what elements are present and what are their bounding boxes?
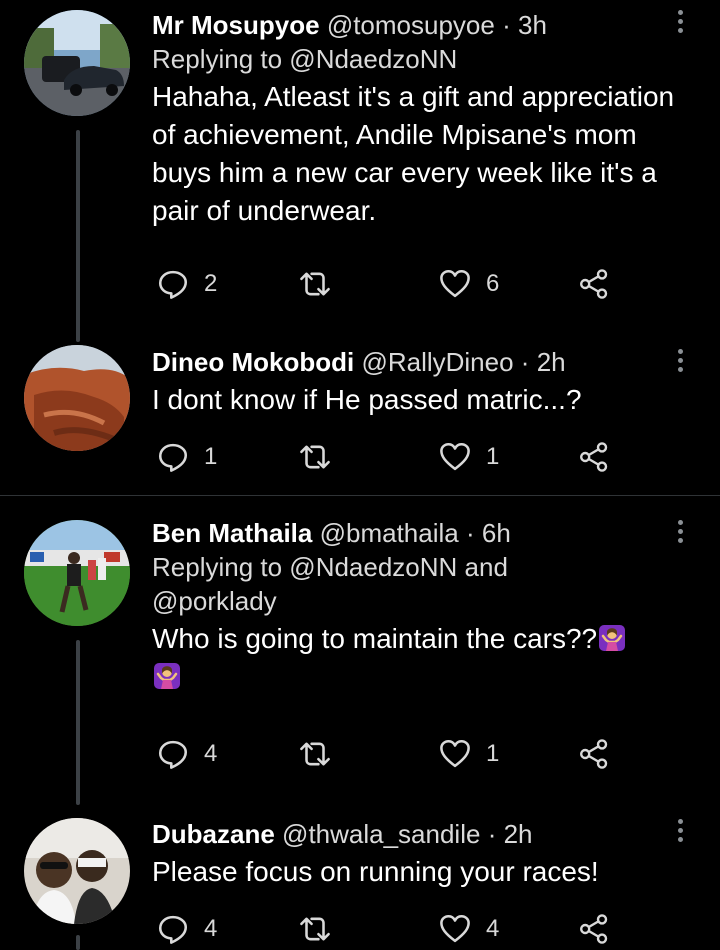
tweet-text: Please focus on running your races! [152,856,599,887]
like-count: 1 [486,740,500,767]
tweet-header: Dineo Mokobodi @RallyDineo · 2h [152,345,682,379]
divider [0,495,720,496]
username[interactable]: @thwala_sandile [282,819,480,849]
reply-icon [156,440,190,474]
display-name[interactable]: Dineo Mokobodi [152,347,354,377]
retweet-icon [296,267,334,301]
avatar-image [24,818,130,924]
separator-dot: · [502,10,511,40]
like-button[interactable]: 1 [438,734,499,774]
tweet-actions: 4 4 [152,909,622,949]
like-count: 6 [486,270,500,297]
retweet-icon [296,440,334,474]
retweet-button[interactable] [296,909,334,949]
share-icon [578,267,610,301]
avatar-image [24,10,130,116]
username[interactable]: @tomosupyoe [327,10,495,40]
tweet-header: Dubazane @thwala_sandile · 2h [152,817,682,851]
timestamp[interactable]: 6h [482,518,511,548]
username[interactable]: @bmathaila [320,518,459,548]
thread-line [76,640,80,805]
share-button[interactable] [578,909,610,949]
replying-to[interactable]: Replying to @NdaedzoNN and [152,550,682,584]
heart-icon [438,737,472,771]
avatar[interactable] [24,818,130,924]
avatar-image [24,345,130,451]
share-icon [578,912,610,946]
tweet-header: Ben Mathaila @bmathaila · 6h [152,516,682,550]
reply-icon [156,912,190,946]
timestamp[interactable]: 2h [537,347,566,377]
like-count: 4 [486,915,500,942]
more-options-icon[interactable] [678,10,686,37]
more-options-icon[interactable] [678,520,686,547]
tweet[interactable]: Dubazane @thwala_sandile · 2h Please foc… [0,815,720,950]
tweet-text: I dont know if He passed matric...? [152,384,582,415]
avatar[interactable] [24,520,130,626]
like-count: 1 [486,443,500,470]
like-button[interactable]: 1 [438,437,499,477]
retweet-icon [296,912,334,946]
tweet-text: Who is going to maintain the cars?? [152,620,682,696]
tweet-actions: 2 6 [152,264,622,304]
replying-to[interactable]: Replying to @NdaedzoNN [152,42,682,76]
heart-icon [438,912,472,946]
tweet[interactable]: Dineo Mokobodi @RallyDineo · 2h I dont k… [0,345,720,495]
username[interactable]: @RallyDineo [361,347,513,377]
person-shrugging-emoji [152,661,182,691]
separator-dot: · [520,347,530,377]
thread-line [76,130,80,342]
share-button[interactable] [578,264,610,304]
reply-count: 2 [204,270,218,297]
tweet[interactable]: Ben Mathaila @bmathaila · 6h Replying to… [0,510,720,805]
heart-icon [438,267,472,301]
reply-button[interactable]: 2 [156,264,217,304]
tweet-header: Mr Mosupyoe @tomosupyoe · 3h [152,8,682,42]
like-button[interactable]: 4 [438,909,499,949]
reply-count: 1 [204,443,218,470]
reply-count: 4 [204,740,218,767]
share-icon [578,440,610,474]
reply-button[interactable]: 4 [156,734,217,774]
person-shrugging-emoji [597,623,627,653]
replying-to-continued[interactable]: @porklady [152,584,682,618]
tweet[interactable]: Mr Mosupyoe @tomosupyoe · 3h Replying to… [0,0,720,345]
tweet-text-content: Who is going to maintain the cars?? [152,623,598,654]
retweet-button[interactable] [296,264,334,304]
timestamp[interactable]: 2h [504,819,533,849]
display-name[interactable]: Ben Mathaila [152,518,312,548]
heart-icon [438,440,472,474]
reply-button[interactable]: 4 [156,909,217,949]
retweet-button[interactable] [296,734,334,774]
display-name[interactable]: Dubazane [152,819,275,849]
share-button[interactable] [578,437,610,477]
avatar-image [24,520,130,626]
avatar[interactable] [24,345,130,451]
more-options-icon[interactable] [678,349,686,376]
display-name[interactable]: Mr Mosupyoe [152,10,320,40]
like-button[interactable]: 6 [438,264,499,304]
share-icon [578,737,610,771]
tweet-text: Hahaha, Atleast it's a gift and apprecia… [152,81,675,226]
reply-button[interactable]: 1 [156,437,217,477]
tweet-actions: 1 1 [152,437,622,477]
thread-line [76,935,80,950]
retweet-button[interactable] [296,437,334,477]
separator-dot: · [465,518,475,548]
avatar[interactable] [24,10,130,116]
separator-dot: · [487,819,497,849]
retweet-icon [296,737,334,771]
reply-count: 4 [204,915,218,942]
tweet-actions: 4 1 [152,734,622,774]
share-button[interactable] [578,734,610,774]
more-options-icon[interactable] [678,819,686,846]
reply-icon [156,737,190,771]
timestamp[interactable]: 3h [518,10,547,40]
reply-icon [156,267,190,301]
